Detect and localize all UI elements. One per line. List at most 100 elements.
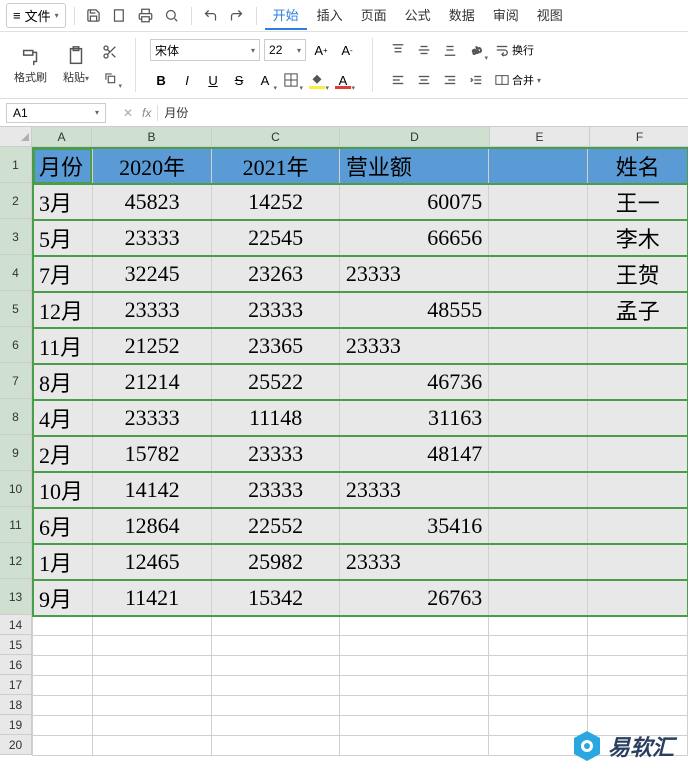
tab-数据[interactable]: 数据 — [441, 1, 483, 30]
cell[interactable] — [588, 364, 688, 400]
row-header-2[interactable]: 2 — [0, 183, 32, 219]
cell[interactable] — [588, 436, 688, 472]
col-header-B[interactable]: B — [92, 127, 212, 147]
cell[interactable] — [489, 148, 588, 184]
align-left-icon[interactable] — [387, 69, 409, 91]
tab-审阅[interactable]: 审阅 — [485, 1, 527, 30]
cell[interactable] — [489, 656, 588, 676]
cell[interactable] — [489, 696, 588, 716]
cell[interactable] — [212, 676, 340, 696]
data-cell[interactable]: 23263 — [212, 256, 340, 292]
cell[interactable] — [489, 364, 588, 400]
cell[interactable]: 姓名 — [588, 148, 688, 184]
row-header-14[interactable]: 14 — [0, 615, 32, 635]
row-header-9[interactable]: 9 — [0, 435, 32, 471]
cell[interactable] — [489, 328, 588, 364]
data-cell[interactable]: 6月 — [33, 508, 93, 544]
cell[interactable] — [588, 544, 688, 580]
cell[interactable] — [339, 636, 488, 656]
cell[interactable] — [33, 716, 93, 736]
data-cell[interactable]: 11148 — [212, 400, 340, 436]
data-cell[interactable]: 23333 — [92, 400, 212, 436]
font-name-select[interactable]: 宋体▾ — [150, 39, 260, 61]
cell[interactable] — [339, 656, 488, 676]
cell[interactable] — [212, 616, 340, 636]
cell[interactable] — [489, 184, 588, 220]
orientation-icon[interactable]: ab — [465, 39, 487, 61]
tab-视图[interactable]: 视图 — [529, 1, 571, 30]
col-header-F[interactable]: F — [590, 127, 688, 147]
cell[interactable] — [92, 656, 212, 676]
cell[interactable] — [588, 508, 688, 544]
row-header-7[interactable]: 7 — [0, 363, 32, 399]
cell[interactable] — [489, 580, 588, 616]
row-header-18[interactable]: 18 — [0, 695, 32, 715]
cell[interactable] — [92, 676, 212, 696]
cell[interactable] — [588, 636, 688, 656]
cell[interactable] — [33, 736, 93, 756]
data-cell[interactable]: 14142 — [92, 472, 212, 508]
grid-cells[interactable]: 月份2020年2021年营业额姓名3月458231425260075王一5月23… — [32, 147, 688, 756]
row-header-16[interactable]: 16 — [0, 655, 32, 675]
col-header-E[interactable]: E — [490, 127, 590, 147]
header-cell[interactable]: 月份 — [33, 148, 93, 184]
data-cell[interactable]: 48555 — [339, 292, 488, 328]
data-cell[interactable]: 15782 — [92, 436, 212, 472]
cell-reference-box[interactable]: A1▾ — [6, 103, 106, 123]
cell[interactable] — [489, 544, 588, 580]
increase-font-icon[interactable]: A+ — [310, 39, 332, 61]
cell[interactable]: 王一 — [588, 184, 688, 220]
data-cell[interactable]: 32245 — [92, 256, 212, 292]
italic-button[interactable]: I — [176, 69, 198, 91]
bold-button[interactable]: B — [150, 69, 172, 91]
data-cell[interactable]: 3月 — [33, 184, 93, 220]
cell[interactable] — [339, 716, 488, 736]
cell[interactable] — [92, 696, 212, 716]
tab-开始[interactable]: 开始 — [265, 1, 307, 30]
preview-icon[interactable] — [161, 5, 183, 27]
cell[interactable] — [92, 736, 212, 756]
undo-icon[interactable] — [200, 5, 222, 27]
font-effect-button[interactable]: A — [254, 69, 276, 91]
row-header-20[interactable]: 20 — [0, 735, 32, 755]
row-header-19[interactable]: 19 — [0, 715, 32, 735]
data-cell[interactable]: 25982 — [212, 544, 340, 580]
data-cell[interactable]: 66656 — [339, 220, 488, 256]
data-cell[interactable]: 22545 — [212, 220, 340, 256]
cell[interactable] — [489, 220, 588, 256]
cut-icon[interactable] — [99, 41, 121, 63]
data-cell[interactable]: 11421 — [92, 580, 212, 616]
cell[interactable] — [489, 400, 588, 436]
data-cell[interactable]: 15342 — [212, 580, 340, 616]
wrap-text-button[interactable]: 换行 — [491, 42, 538, 58]
underline-button[interactable]: U — [202, 69, 224, 91]
cell[interactable] — [489, 616, 588, 636]
data-cell[interactable]: 21214 — [92, 364, 212, 400]
cancel-icon[interactable]: ✕ — [120, 106, 136, 120]
data-cell[interactable]: 11月 — [33, 328, 93, 364]
data-cell[interactable]: 12月 — [33, 292, 93, 328]
cell[interactable] — [588, 328, 688, 364]
print-icon[interactable] — [135, 5, 157, 27]
save-icon[interactable] — [83, 5, 105, 27]
cell[interactable] — [489, 676, 588, 696]
cell[interactable] — [339, 736, 488, 756]
data-cell[interactable]: 23333 — [212, 436, 340, 472]
align-center-icon[interactable] — [413, 69, 435, 91]
decrease-font-icon[interactable]: A- — [336, 39, 358, 61]
cell[interactable] — [588, 616, 688, 636]
cell[interactable] — [339, 676, 488, 696]
row-header-13[interactable]: 13 — [0, 579, 32, 615]
data-cell[interactable]: 12465 — [92, 544, 212, 580]
merge-button[interactable]: 合并▾ — [491, 72, 545, 88]
cell[interactable] — [92, 616, 212, 636]
cell[interactable] — [33, 676, 93, 696]
align-top-icon[interactable] — [387, 39, 409, 61]
col-header-C[interactable]: C — [212, 127, 340, 147]
fx-icon[interactable]: fx — [142, 106, 151, 120]
data-cell[interactable]: 23333 — [92, 292, 212, 328]
data-cell[interactable]: 5月 — [33, 220, 93, 256]
row-header-11[interactable]: 11 — [0, 507, 32, 543]
row-header-17[interactable]: 17 — [0, 675, 32, 695]
align-bottom-icon[interactable] — [439, 39, 461, 61]
